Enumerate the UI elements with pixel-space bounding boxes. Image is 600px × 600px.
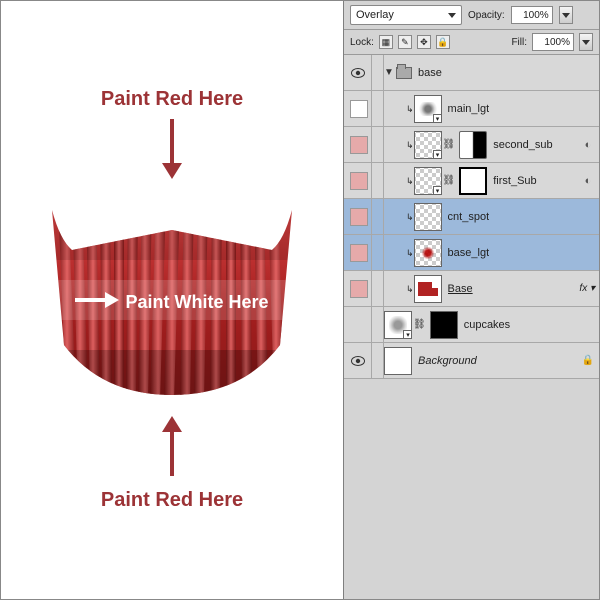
- annotation-bottom: Paint Red Here: [101, 489, 243, 512]
- layer-name[interactable]: first_Sub: [493, 175, 536, 187]
- layer-row-cnt_spot[interactable]: ↳ cnt_spot: [344, 199, 599, 235]
- clip-indicator-icon: ↳: [406, 248, 414, 259]
- mask-link-icon[interactable]: ⛓: [443, 175, 456, 186]
- layers-panel: Overlay Opacity: 100% Lock: ▦ ✎ ✥ 🔒 Fill…: [343, 1, 599, 599]
- visibility-toggle[interactable]: [344, 127, 372, 162]
- cupcake-wrapper-image: Paint White Here: [42, 200, 302, 400]
- fill-flyout[interactable]: [579, 33, 593, 51]
- opacity-input[interactable]: 100%: [511, 6, 553, 24]
- layer-name[interactable]: second_sub: [493, 139, 552, 151]
- link-column: [372, 91, 384, 126]
- arrow-right-icon: [75, 292, 119, 313]
- blend-opacity-row: Overlay Opacity: 100%: [344, 1, 599, 30]
- layer-thumbnail[interactable]: ▾: [414, 167, 442, 195]
- layer-mask-thumbnail[interactable]: [459, 131, 487, 159]
- link-column: [372, 307, 384, 342]
- clip-indicator-icon: ↳: [406, 104, 414, 115]
- visibility-toggle[interactable]: [344, 91, 372, 126]
- blend-mode-select[interactable]: Overlay: [350, 5, 462, 25]
- eye-icon: [351, 356, 365, 366]
- layer-thumbnail[interactable]: ▾: [384, 311, 412, 339]
- layer-mask-thumbnail[interactable]: [430, 311, 458, 339]
- layer-thumbnail[interactable]: ▾: [414, 131, 442, 159]
- layer-mask-thumbnail[interactable]: [459, 167, 487, 195]
- layer-row-grp[interactable]: ▼ base: [344, 55, 599, 91]
- visibility-toggle[interactable]: [344, 199, 372, 234]
- layer-row-first_sub[interactable]: ↳▾⛓ first_Sub ◐: [344, 163, 599, 199]
- visibility-swatch: [350, 208, 368, 226]
- layer-name[interactable]: cupcakes: [464, 319, 510, 331]
- visibility-toggle[interactable]: [344, 235, 372, 270]
- canvas-area: Paint Red Here: [1, 1, 343, 599]
- link-column: [372, 55, 384, 90]
- layer-name[interactable]: main_lgt: [448, 103, 490, 115]
- chevron-down-icon: [448, 13, 456, 18]
- lock-all-button[interactable]: 🔒: [436, 35, 450, 49]
- annotation-center: Paint White Here: [42, 292, 302, 313]
- link-column: [372, 199, 384, 234]
- visibility-toggle[interactable]: [344, 307, 372, 342]
- layer-thumbnail[interactable]: [414, 203, 442, 231]
- layer-name[interactable]: Background: [418, 355, 477, 367]
- layer-thumbnail[interactable]: [384, 347, 412, 375]
- opacity-label: Opacity:: [468, 10, 505, 21]
- visibility-swatch: [350, 172, 368, 190]
- lock-label: Lock:: [350, 37, 374, 48]
- layer-list: ▼base↳▾main_lgt↳▾⛓second_sub◐↳▾⛓first_Su…: [344, 55, 599, 599]
- arrow-down-icon: [162, 119, 182, 184]
- layer-name[interactable]: Base: [448, 283, 473, 295]
- lock-icon: 🔒: [577, 355, 599, 366]
- lock-position-button[interactable]: ✥: [417, 35, 431, 49]
- layer-thumbnail[interactable]: [414, 239, 442, 267]
- layer-row-bg[interactable]: Background 🔒: [344, 343, 599, 379]
- layer-name[interactable]: base_lgt: [448, 247, 490, 259]
- visibility-toggle[interactable]: [344, 163, 372, 198]
- layer-thumbnail[interactable]: [414, 275, 442, 303]
- visibility-swatch: [350, 280, 368, 298]
- visibility-toggle[interactable]: [344, 55, 372, 90]
- lock-transparency-button[interactable]: ▦: [379, 35, 393, 49]
- visibility-swatch: [350, 244, 368, 262]
- reveal-icon[interactable]: ◐: [577, 175, 599, 187]
- link-column: [372, 235, 384, 270]
- layer-row-base[interactable]: ↳ Base fx ▾: [344, 271, 599, 307]
- reveal-icon[interactable]: ◐: [577, 139, 599, 151]
- visibility-toggle[interactable]: [344, 343, 372, 378]
- visibility-toggle[interactable]: [344, 271, 372, 306]
- clip-indicator-icon: ↳: [406, 212, 414, 223]
- link-column: [372, 271, 384, 306]
- opacity-flyout[interactable]: [559, 6, 573, 24]
- annotation-top: Paint Red Here: [101, 88, 243, 111]
- link-column: [372, 163, 384, 198]
- link-column: [372, 343, 384, 378]
- lock-image-button[interactable]: ✎: [398, 35, 412, 49]
- mask-link-icon[interactable]: ⛓: [443, 139, 456, 150]
- fill-label: Fill:: [511, 37, 527, 48]
- mask-link-icon[interactable]: ⛓: [413, 319, 426, 330]
- layer-name[interactable]: cnt_spot: [448, 211, 490, 223]
- layer-row-second_sub[interactable]: ↳▾⛓ second_sub ◐: [344, 127, 599, 163]
- layer-name[interactable]: base: [418, 67, 442, 79]
- fill-input[interactable]: 100%: [532, 33, 574, 51]
- fx-indicator[interactable]: fx ▾: [579, 283, 595, 294]
- layer-row-main_lgt[interactable]: ↳▾ main_lgt: [344, 91, 599, 127]
- arrow-up-icon: [162, 416, 182, 481]
- layer-thumbnail[interactable]: ▾: [414, 95, 442, 123]
- group-toggle-icon[interactable]: ▼: [384, 67, 396, 78]
- visibility-swatch: [350, 100, 368, 118]
- clip-indicator-icon: ↳: [406, 140, 414, 151]
- lock-fill-row: Lock: ▦ ✎ ✥ 🔒 Fill: 100%: [344, 30, 599, 55]
- layer-row-cupcakes[interactable]: ▾⛓ cupcakes: [344, 307, 599, 343]
- clip-indicator-icon: ↳: [406, 284, 414, 295]
- visibility-swatch: [350, 136, 368, 154]
- layer-row-base_lgt[interactable]: ↳ base_lgt: [344, 235, 599, 271]
- folder-icon: [396, 67, 412, 79]
- clip-indicator-icon: ↳: [406, 176, 414, 187]
- link-column: [372, 127, 384, 162]
- eye-icon: [351, 68, 365, 78]
